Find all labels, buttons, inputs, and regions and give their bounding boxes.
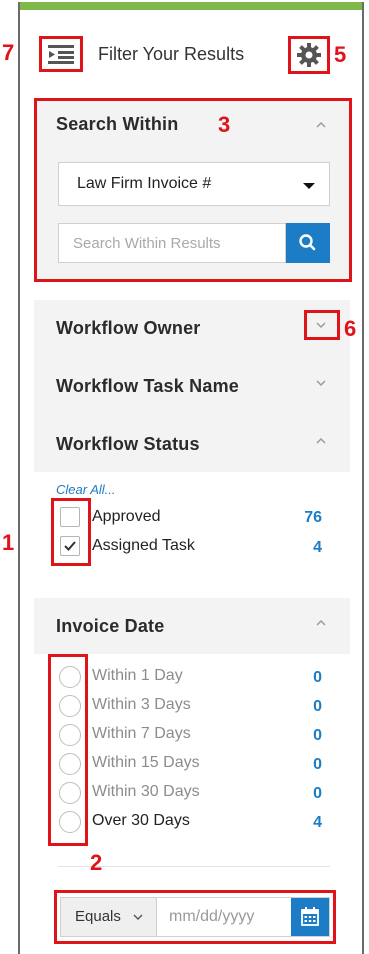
highlight-box-2: [54, 890, 336, 944]
option-count: 0: [313, 756, 322, 773]
option-count: 76: [304, 509, 322, 526]
option-label: Within 1 Day: [92, 667, 183, 684]
chevron-up-icon[interactable]: [314, 434, 328, 448]
panel-title: Filter Your Results: [98, 44, 245, 64]
option-count: 0: [313, 785, 322, 802]
option-label: Within 15 Days: [92, 754, 200, 771]
clear-all-link[interactable]: Clear All...: [56, 482, 115, 497]
annotation-6: 6: [344, 316, 357, 341]
workflow-status-title: Workflow Status: [56, 434, 200, 454]
chevron-down-icon[interactable]: [314, 376, 328, 390]
annotation-1: 1: [2, 530, 15, 555]
option-count: 0: [313, 669, 322, 686]
gear-icon[interactable]: [296, 42, 322, 68]
invoice-date-title: Invoice Date: [56, 616, 165, 636]
option-count: 4: [313, 814, 322, 831]
annotation-7: 7: [2, 40, 15, 65]
annotation-5: 5: [334, 42, 347, 67]
option-label: Approved: [92, 508, 161, 525]
option-count: 4: [313, 539, 322, 556]
chevron-down-icon[interactable]: [314, 318, 328, 332]
option-label: Within 3 Days: [92, 696, 191, 713]
collapse-panel-icon[interactable]: [46, 42, 76, 66]
highlight-box-1: [51, 498, 91, 566]
workflow-owner-title: Workflow Owner: [56, 318, 201, 338]
highlight-box-3: [34, 98, 352, 282]
option-count: 0: [313, 727, 322, 744]
annotation-2: 2: [90, 850, 103, 875]
chevron-up-icon[interactable]: [314, 616, 328, 630]
option-label: Over 30 Days: [92, 812, 190, 829]
highlight-box-radios: [48, 654, 88, 846]
top-accent-bar: [20, 2, 362, 10]
option-label: Within 30 Days: [92, 783, 200, 800]
filter-panel: Filter Your Results 5 Search Within 3 La…: [18, 2, 364, 954]
option-count: 0: [313, 698, 322, 715]
option-label: Assigned Task: [92, 537, 195, 554]
workflow-task-name-title: Workflow Task Name: [56, 376, 239, 396]
option-label: Within 7 Days: [92, 725, 191, 742]
